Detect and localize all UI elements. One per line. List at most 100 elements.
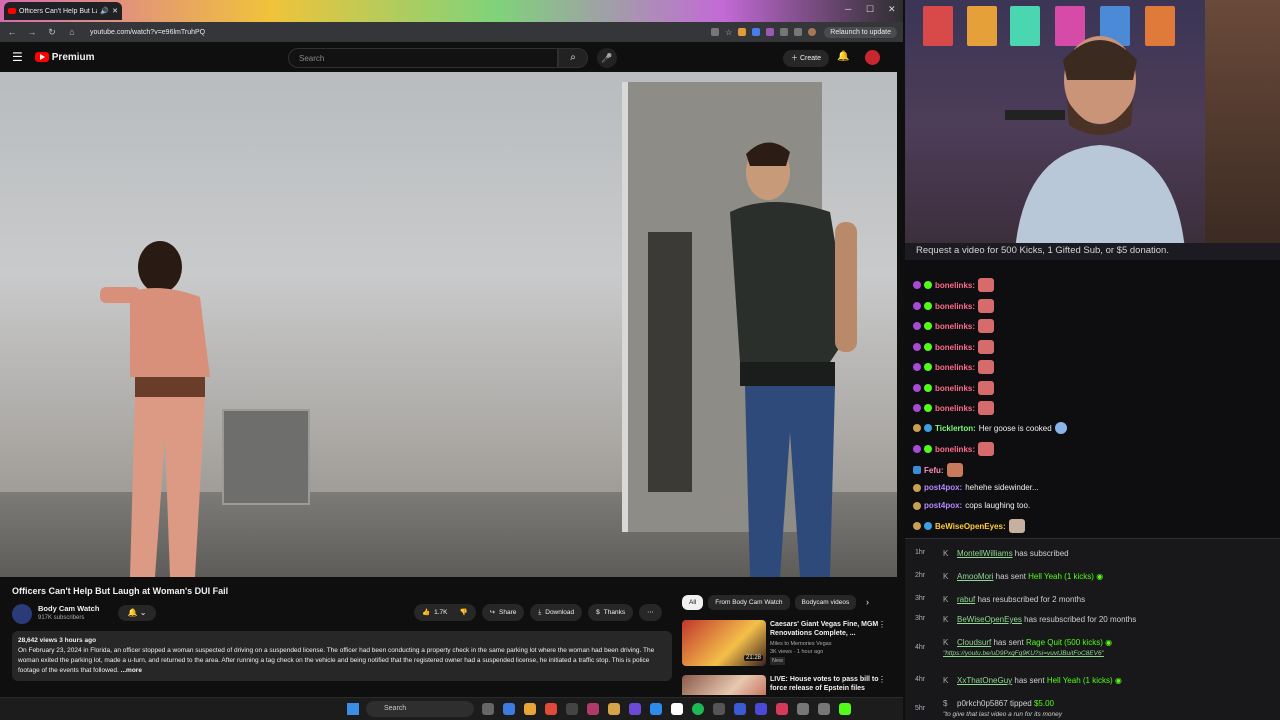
gift-badge-icon [913,501,921,510]
channel-avatar[interactable] [12,604,32,624]
event-user[interactable]: rabuf [957,595,975,604]
forward-icon[interactable]: → [26,27,38,37]
extension-icon[interactable] [738,27,747,36]
close-tab-icon[interactable]: ✕ [112,7,118,15]
app-icon[interactable] [818,703,830,715]
notifications-bell-icon[interactable]: 🔔 [837,51,849,62]
chip-all[interactable]: All [682,595,704,610]
chat-username[interactable]: bonelinks: [935,445,975,454]
app-icon[interactable] [587,703,599,715]
relaunch-button[interactable]: Relaunch to update [824,26,897,38]
mic-badge-icon [913,343,921,351]
task-view-icon[interactable] [482,703,494,715]
app-icon[interactable] [776,703,788,715]
microphone-icon[interactable]: 🎤 [597,48,617,68]
audio-icon[interactable]: 🔊 [100,7,109,15]
url-field[interactable]: youtube.com/watch?v=e96lmTruhPQ [90,29,711,36]
chevron-right-icon[interactable]: › [866,597,869,607]
close-window-icon[interactable]: ✕ [888,4,896,15]
description-box[interactable]: 28,642 views 3 hours ago On February 23,… [12,631,672,681]
chip-bodycam-videos[interactable]: Bodycam videos [794,595,857,610]
chat-username[interactable]: bonelinks: [935,363,975,372]
download-icon: ⤓ [538,609,542,616]
profile-icon[interactable] [808,27,817,36]
app-icon[interactable] [545,703,557,715]
minimize-icon[interactable]: ─ [845,4,851,14]
chat-username[interactable]: bonelinks: [935,404,975,413]
like-button[interactable]: 👍 1.7K 👎 [414,604,476,621]
search-input[interactable]: Search [288,48,558,68]
thanks-button[interactable]: $ Thanks [588,604,634,621]
recommendation-title[interactable]: LIVE: House votes to pass bill to force … [770,675,880,693]
event-link[interactable]: "https://youtu.be/uD9PxqFq9KU?si=vuvtJBu… [943,650,1104,657]
event-user[interactable]: p0rkch0p5867 [957,699,1008,708]
file-explorer-icon[interactable] [608,703,620,715]
create-button[interactable]: ＋ Create [783,50,829,67]
subscription-bell-button[interactable]: 🔔 ⌄ [118,605,156,621]
app-icon[interactable] [713,703,725,715]
back-icon[interactable]: ← [6,27,18,37]
extension-icon[interactable] [794,27,803,36]
chip-from-channel[interactable]: From Body Cam Watch [708,595,790,610]
reload-icon[interactable]: ↻ [46,27,58,38]
more-actions-button[interactable]: ⋯ [639,604,662,621]
recommendation-thumbnail[interactable] [682,675,766,695]
chat-username[interactable]: bonelinks: [935,322,975,331]
extension-icon[interactable] [766,27,775,36]
spotify-icon[interactable] [692,703,704,715]
chat-username[interactable]: BeWiseOpenEyes: [935,522,1006,531]
windows-start-icon[interactable] [347,703,359,715]
chat-username[interactable]: post4pox: [924,501,962,510]
chat-message: bonelinks: [913,278,995,292]
event-user[interactable]: MontellWilliams [957,549,1013,558]
event-user[interactable]: Cloudsurf [957,638,991,647]
extension-icon[interactable] [711,27,720,36]
youtube-logo[interactable]: Premium [34,52,95,63]
search-icon[interactable]: ⌕ [558,48,588,68]
home-icon[interactable]: ⌂ [66,27,78,37]
account-avatar[interactable] [865,50,880,65]
chat-username[interactable]: bonelinks: [935,384,975,393]
chat-username[interactable]: Fefu: [924,466,944,475]
recommendation-item[interactable]: LIVE: House votes to pass bill to force … [682,675,897,695]
chrome-icon[interactable] [524,703,536,715]
recommendation-item[interactable]: 21:28 Caesars' Giant Vegas Fine, MGM Ren… [682,620,897,666]
chat-username[interactable]: bonelinks: [935,343,975,352]
video-player[interactable] [0,72,897,577]
kick-icon[interactable] [839,703,851,715]
chat-username[interactable]: post4pox: [924,483,962,492]
event-text: has resubscribed for 20 months [1021,615,1137,624]
browser-tab[interactable]: Officers Can't Help But Lau 🔊 ✕ [4,2,122,20]
recommendation-title[interactable]: Caesars' Giant Vegas Fine, MGM Renovatio… [770,620,880,638]
show-more-link[interactable]: ...more [121,667,142,674]
chat-username[interactable]: Ticklerton: [935,424,976,433]
app-icon[interactable] [734,703,746,715]
extension-icon[interactable] [752,27,761,36]
event-user[interactable]: BeWiseOpenEyes [957,615,1022,624]
channel-name[interactable]: Body Cam Watch [38,604,99,613]
taskbar-search[interactable]: Search [366,701,474,717]
app-icon[interactable] [503,703,515,715]
chat-message: bonelinks: [913,319,995,333]
app-icon[interactable] [755,703,767,715]
bookmark-star-icon[interactable]: ☆ [725,28,732,37]
chat-username[interactable]: bonelinks: [935,281,975,290]
extension-icon[interactable] [780,27,789,36]
chat-username[interactable]: bonelinks: [935,302,975,311]
mic-badge-icon [913,363,921,371]
more-options-icon[interactable]: ⋮ [878,675,886,684]
app-icon[interactable] [650,703,662,715]
app-icon[interactable] [671,703,683,715]
app-icon[interactable] [629,703,641,715]
app-icon[interactable] [797,703,809,715]
share-button[interactable]: ↪ Share [481,604,525,621]
maximize-icon[interactable]: ☐ [866,4,874,15]
app-icon[interactable] [566,703,578,715]
event-user[interactable]: XxThatOneGuy [957,676,1012,685]
event-user[interactable]: AmooMori [957,572,993,581]
download-button[interactable]: ⤓ Download [530,604,583,621]
menu-icon[interactable]: ☰ [12,50,23,64]
thumbs-down-icon[interactable]: 👎 [459,604,467,621]
more-options-icon[interactable]: ⋮ [878,620,886,629]
event-time: 3hr [915,595,926,602]
